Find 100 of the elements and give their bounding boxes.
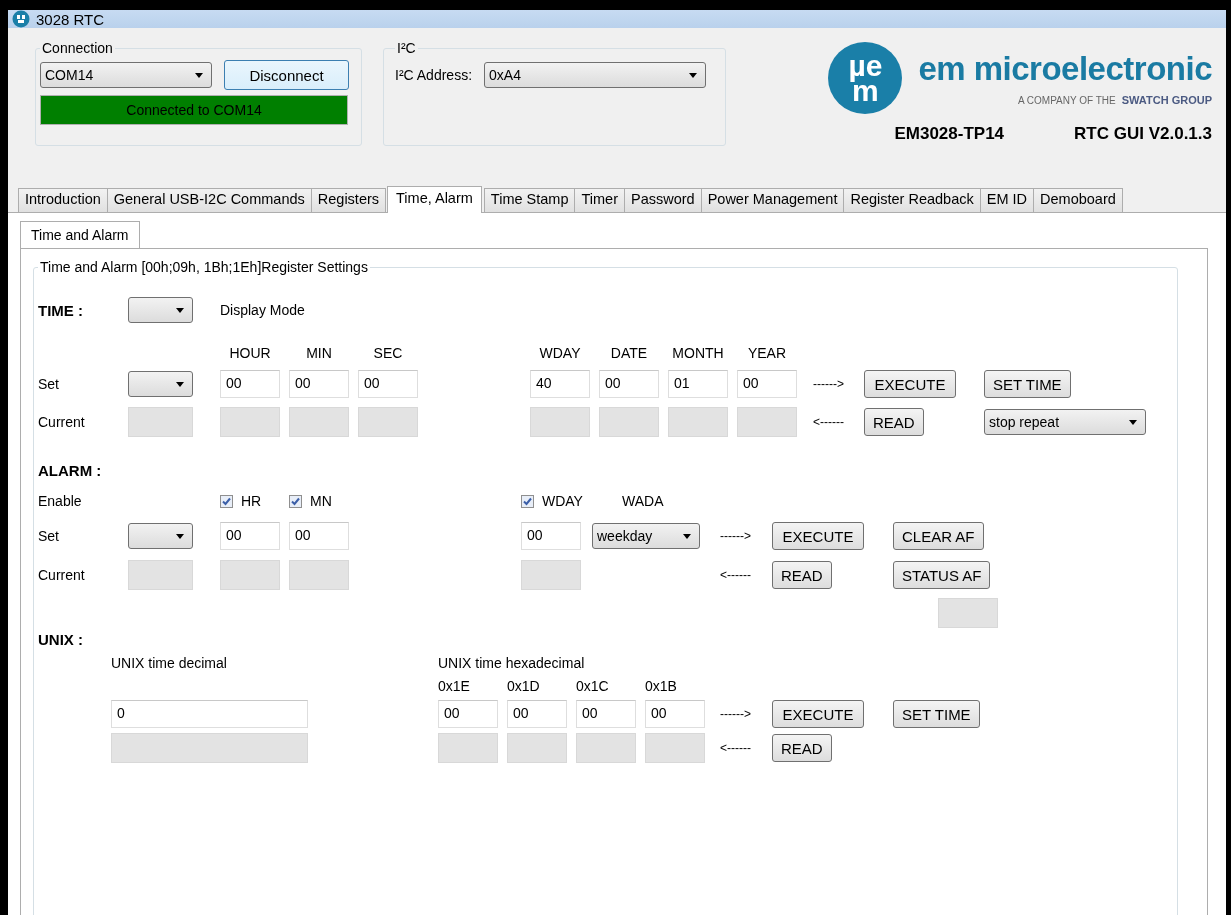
- tab[interactable]: Timer: [574, 188, 625, 212]
- input-field[interactable]: 00: [289, 370, 349, 398]
- input-field[interactable]: 00: [358, 370, 418, 398]
- enable-checkbox[interactable]: WDAY: [521, 493, 583, 509]
- readonly-field: [128, 407, 193, 437]
- tab[interactable]: General USB-I2C Commands: [106, 188, 312, 212]
- tab[interactable]: Time, Alarm: [387, 186, 482, 213]
- set-time-button[interactable]: SET TIME: [984, 370, 1071, 398]
- readonly-field: [507, 733, 567, 763]
- write-arrow: ------>: [720, 707, 752, 721]
- tab[interactable]: Introduction: [18, 188, 108, 212]
- column-label: HOUR: [228, 345, 272, 361]
- column-label: DATE: [609, 345, 649, 361]
- input-field[interactable]: 00: [599, 370, 659, 398]
- status-af-button[interactable]: STATUS AF: [893, 561, 991, 589]
- address-label: I²C Address:: [395, 67, 473, 83]
- tab[interactable]: Time Stamp: [483, 188, 576, 212]
- tab[interactable]: Registers: [310, 188, 387, 212]
- execute-button[interactable]: EXECUTE: [772, 700, 864, 728]
- readonly-field: [220, 560, 280, 590]
- tab[interactable]: Register Readback: [843, 188, 981, 212]
- readonly-field: [645, 733, 705, 763]
- readonly-field: [938, 598, 998, 628]
- wada-dropdown[interactable]: weekday: [592, 523, 700, 549]
- input-field[interactable]: 00: [507, 700, 567, 728]
- set-time-button[interactable]: SET TIME: [893, 700, 980, 728]
- alarm-mode-dropdown[interactable]: [128, 523, 193, 549]
- readonly-field: [289, 407, 349, 437]
- readonly-field: [668, 407, 728, 437]
- input-field[interactable]: 40: [530, 370, 590, 398]
- row-label: Set: [38, 376, 60, 392]
- input-field[interactable]: 00: [576, 700, 636, 728]
- group-title: I²C: [396, 40, 417, 56]
- readonly-field: [128, 560, 193, 590]
- port-dropdown[interactable]: COM14: [40, 62, 212, 88]
- clear-af-button[interactable]: CLEAR AF: [893, 522, 984, 550]
- display-mode-label: Display Mode: [220, 302, 306, 318]
- tagline: A COMPANY OF THE: [1017, 95, 1116, 106]
- read-button[interactable]: READ: [864, 408, 924, 436]
- field-label: UNIX time decimal: [111, 655, 228, 671]
- input-field[interactable]: 00: [289, 522, 349, 550]
- input-field[interactable]: 00: [438, 700, 498, 728]
- group-title: Connection: [41, 40, 114, 56]
- column-label: MIN: [305, 345, 333, 361]
- logo-mark: µe m: [828, 42, 903, 114]
- company-name: em microelectronic: [918, 50, 1212, 88]
- input-field[interactable]: 00: [220, 370, 280, 398]
- column-label: MONTH: [671, 345, 725, 361]
- connection-status: Connected to COM14: [40, 95, 348, 125]
- row-label: Enable: [38, 493, 83, 509]
- repeat-dropdown[interactable]: stop repeat: [984, 409, 1146, 435]
- execute-button[interactable]: EXECUTE: [864, 370, 956, 398]
- check-icon: [290, 495, 301, 507]
- group-name: SWATCH GROUP: [1121, 94, 1212, 106]
- column-label: WADA: [622, 493, 664, 509]
- write-arrow: ------>: [813, 377, 845, 391]
- row-label: Current: [38, 567, 86, 583]
- row-label: Current: [38, 414, 86, 430]
- read-button[interactable]: READ: [772, 561, 832, 589]
- readonly-field: [438, 733, 498, 763]
- section-heading: UNIX :: [38, 630, 84, 648]
- column-label: 0x1C: [576, 678, 610, 694]
- read-arrow: <------: [720, 741, 752, 755]
- input-field[interactable]: 01: [668, 370, 728, 398]
- readonly-field: [358, 407, 418, 437]
- execute-button[interactable]: EXECUTE: [772, 522, 864, 550]
- readonly-field: [289, 560, 349, 590]
- read-button[interactable]: READ: [772, 734, 832, 762]
- column-label: YEAR: [746, 345, 788, 361]
- row-label: Set: [38, 528, 60, 544]
- display-mode-dropdown[interactable]: [128, 297, 193, 323]
- mode-dropdown[interactable]: [128, 371, 193, 397]
- input-field[interactable]: 00: [737, 370, 797, 398]
- column-label: 0x1B: [645, 678, 678, 694]
- write-arrow: ------>: [720, 529, 752, 543]
- tab[interactable]: Demoboard: [1033, 188, 1123, 212]
- enable-checkbox[interactable]: MN: [289, 493, 349, 509]
- readonly-field: [521, 560, 581, 590]
- disconnect-button[interactable]: Disconnect: [224, 60, 349, 90]
- readonly-field: [599, 407, 659, 437]
- input-field[interactable]: 00: [521, 522, 581, 550]
- tab[interactable]: Password: [624, 188, 702, 212]
- tab[interactable]: EM ID: [979, 188, 1035, 212]
- address-dropdown[interactable]: 0xA4: [484, 62, 707, 88]
- input-field[interactable]: 0: [111, 700, 308, 728]
- readonly-field: [220, 407, 280, 437]
- tab[interactable]: Power Management: [700, 188, 845, 212]
- column-label: WDAY: [538, 345, 582, 361]
- input-field[interactable]: 00: [220, 522, 280, 550]
- column-label: SEC: [372, 345, 404, 361]
- readonly-field: [530, 407, 590, 437]
- field-label: UNIX time hexadecimal: [438, 655, 586, 671]
- tab[interactable]: Time and Alarm: [20, 221, 140, 248]
- column-label: 0x1E: [438, 678, 471, 694]
- input-field[interactable]: 00: [645, 700, 705, 728]
- readonly-field: [576, 733, 636, 763]
- section-heading: TIME :: [38, 301, 84, 319]
- device-name: EM3028-TP14: [894, 124, 1005, 144]
- read-arrow: <------: [720, 568, 752, 582]
- enable-checkbox[interactable]: HR: [220, 493, 280, 509]
